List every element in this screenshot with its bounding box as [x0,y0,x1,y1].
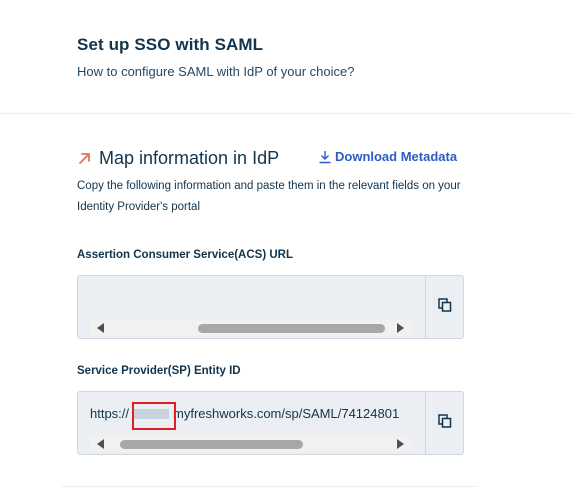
acs-url-label: Assertion Consumer Service(ACS) URL [77,249,293,261]
acs-url-value[interactable] [78,276,426,338]
scroll-left-arrow-icon[interactable] [97,323,104,333]
copy-sp-entity-id-button[interactable] [427,392,463,454]
section-description: Copy the following information and paste… [77,180,461,213]
sp-entity-id-value[interactable]: https:// myfreshworks.com/sp/SAML/7412480… [78,392,426,454]
sp-entity-id-label: Service Provider(SP) Entity ID [77,365,241,377]
copy-icon [438,413,452,433]
acs-url-field [77,275,464,339]
scroll-right-arrow-icon[interactable] [397,323,404,333]
sp-entity-id-prefix: https:// [90,406,130,421]
page-title: Set up SSO with SAML [77,35,264,54]
copy-icon [438,297,452,317]
highlight-box [132,402,176,430]
scroll-right-arrow-icon[interactable] [397,439,404,449]
download-metadata-label: Download Metadata [335,149,458,164]
section-heading: Map information in IdP [77,146,279,170]
scroll-left-arrow-icon[interactable] [97,439,104,449]
scrollbar-thumb[interactable] [120,440,303,449]
download-icon [318,150,332,164]
page-subtitle[interactable]: How to configure SAML with IdP of your c… [77,64,354,79]
sp-horizontal-scrollbar[interactable] [90,436,411,452]
scrollbar-thumb[interactable] [198,324,385,333]
diagonal-arrow-icon [77,150,93,166]
sp-entity-id-suffix: myfreshworks.com/sp/SAML/74124801 [173,406,400,421]
download-metadata-link[interactable]: Download Metadata [318,149,457,164]
page-header: Set up SSO with SAML How to configure SA… [0,0,573,114]
section-title: Map information in IdP [99,147,280,168]
acs-horizontal-scrollbar[interactable] [90,320,411,336]
copy-acs-button[interactable] [427,276,463,338]
divider [62,486,478,487]
